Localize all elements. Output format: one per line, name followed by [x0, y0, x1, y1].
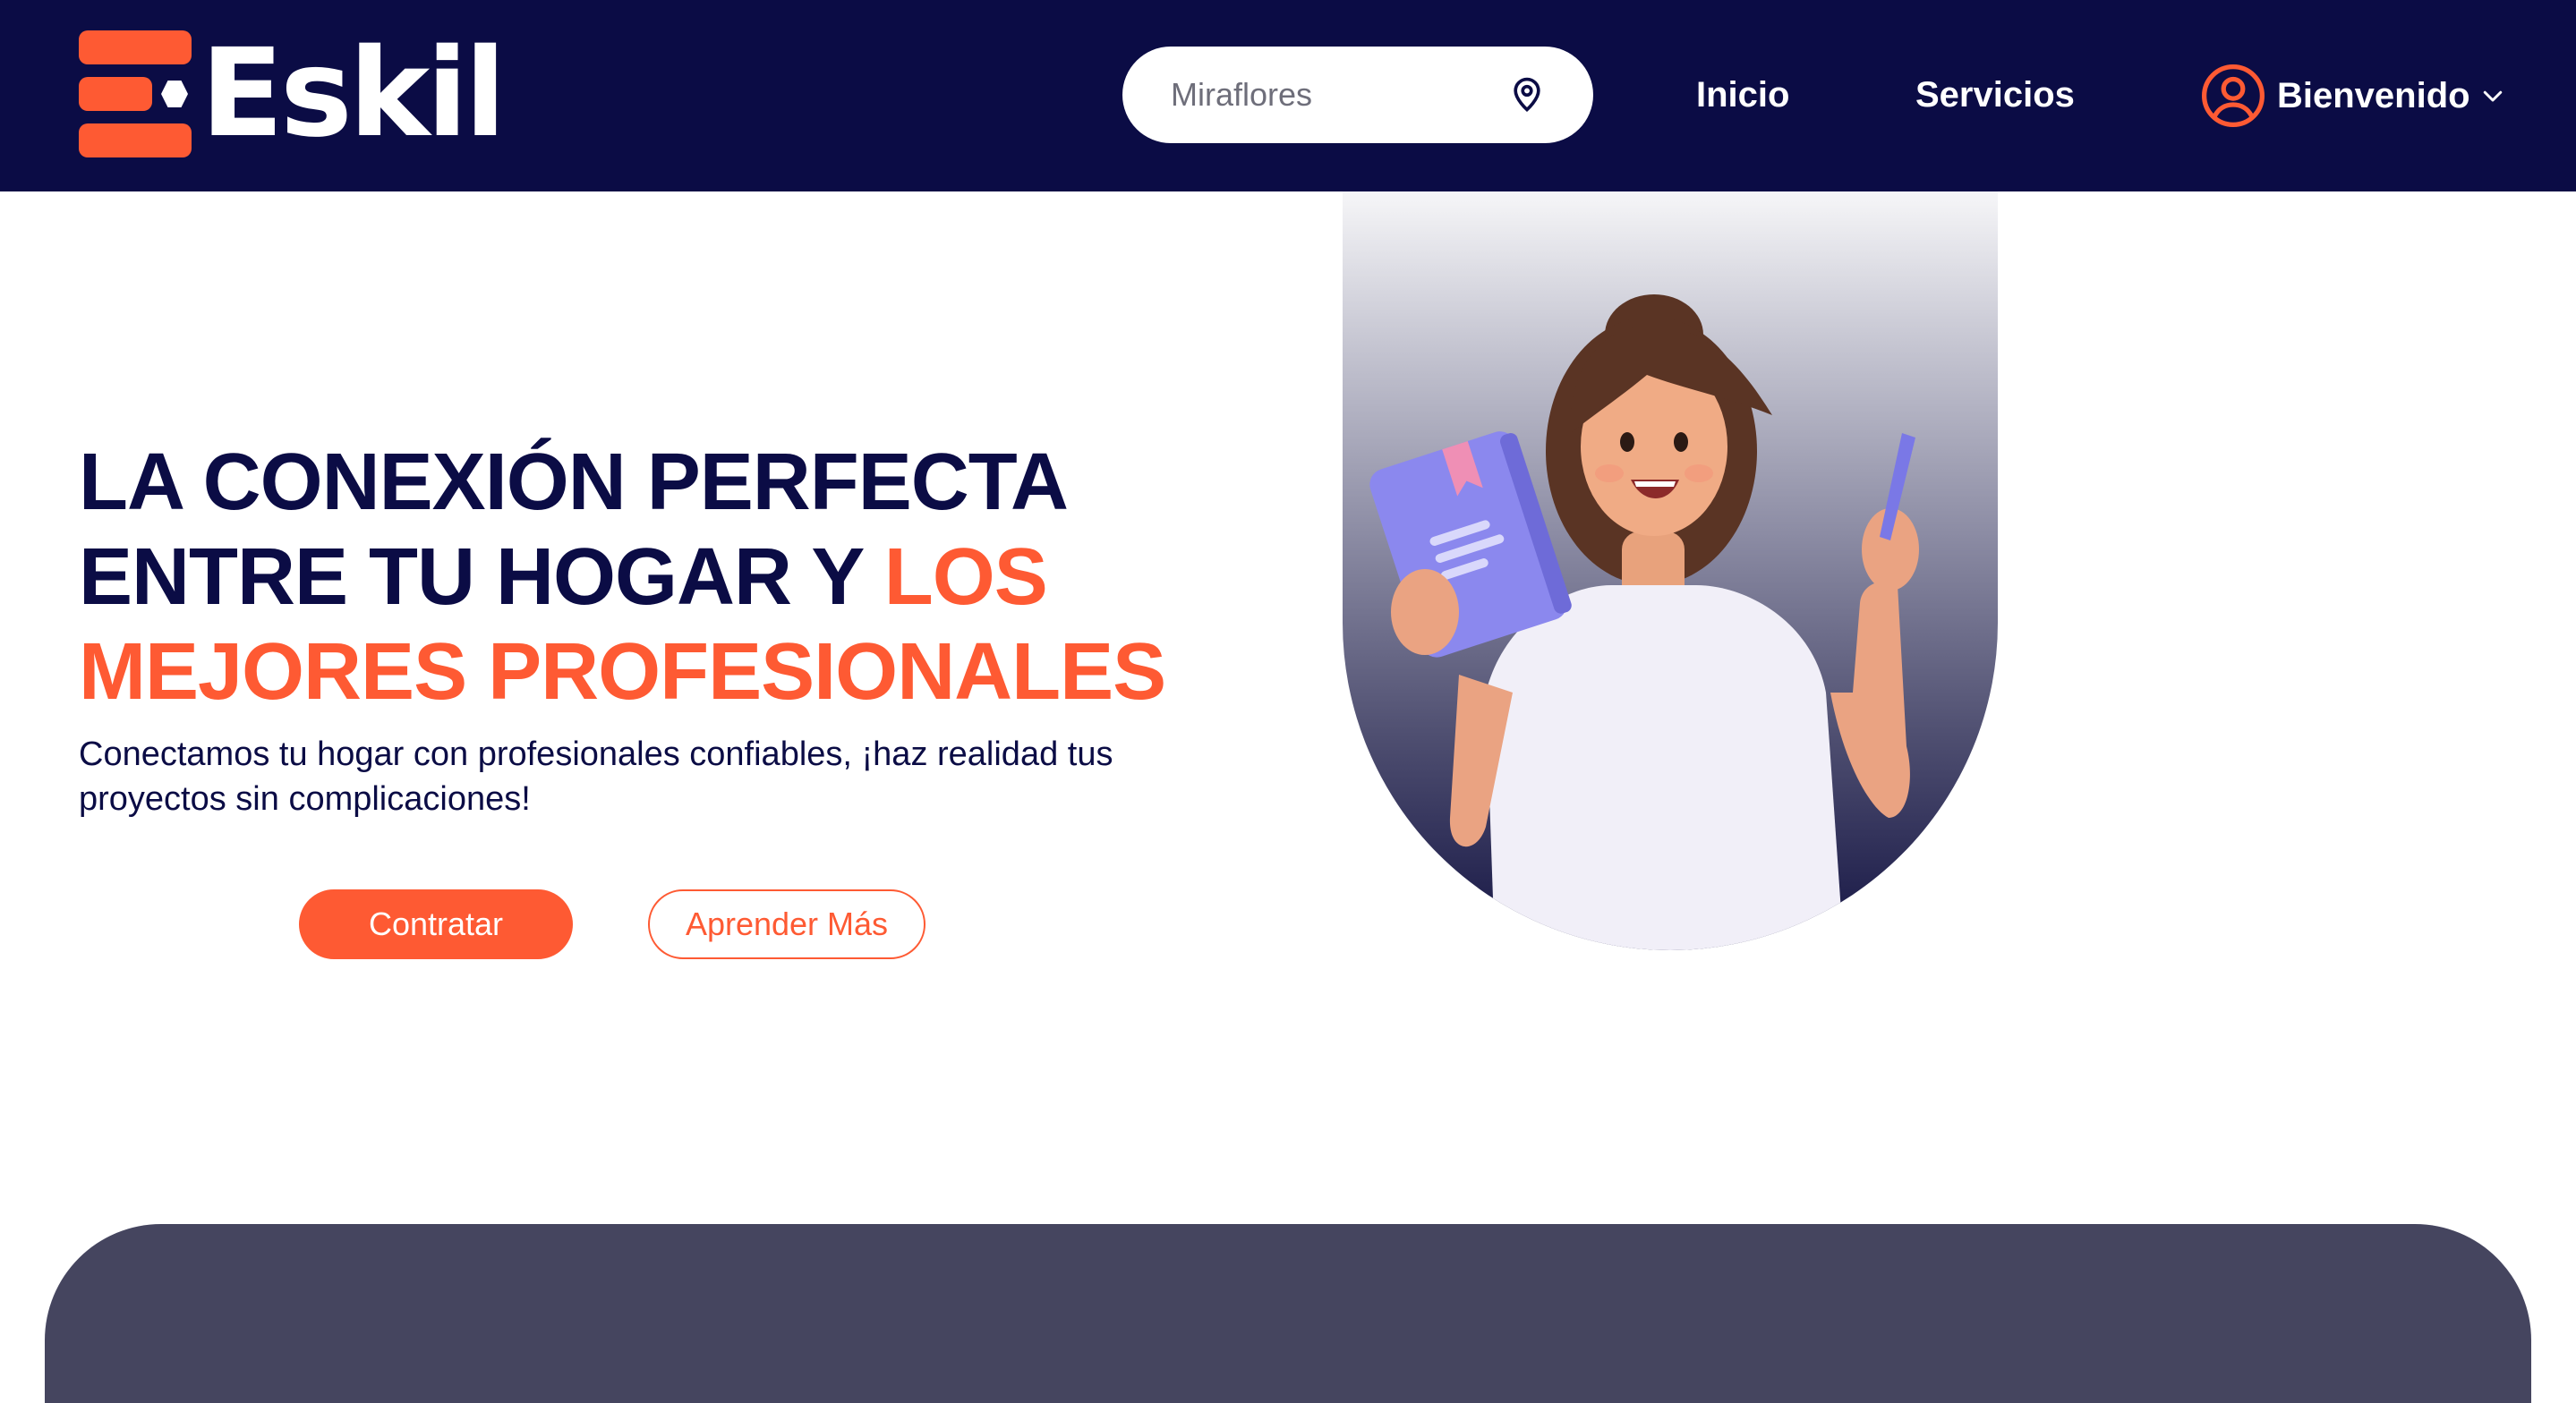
eskil-logo[interactable]: Eskil: [79, 23, 507, 165]
aprender-mas-button[interactable]: Aprender Más: [648, 889, 925, 959]
top-navbar: Eskil Inicio Servicios Bienvenido: [0, 0, 2576, 191]
user-menu-label: Bienvenido: [2277, 75, 2470, 115]
nav-link-servicios[interactable]: Servicios: [1915, 70, 2075, 120]
woman-with-book-illustration: [1369, 294, 1919, 950]
location-pin-icon[interactable]: [1507, 75, 1547, 115]
hero-title-accent-2: MEJORES PROFESIONALES: [79, 627, 1166, 717]
logo-mark-icon: [79, 27, 192, 161]
contratar-button[interactable]: Contratar: [299, 889, 573, 959]
hero-title: LA CONEXIÓN PERFECTA ENTRE TU HOGAR Y LO…: [79, 435, 1242, 719]
next-section-band: [45, 1224, 2531, 1403]
location-search-input[interactable]: [1171, 47, 1511, 143]
hero-illustration: [1343, 191, 1998, 950]
chevron-down-icon: [2483, 90, 2502, 102]
nav-link-inicio[interactable]: Inicio: [1696, 70, 1789, 120]
user-menu[interactable]: Bienvenido: [2200, 63, 2506, 129]
user-circle-icon: [2202, 64, 2265, 127]
hero-title-accent-1: LOS: [883, 532, 1048, 622]
hero-title-line-2: ENTRE TU HOGAR Y: [79, 532, 884, 622]
hero-subtitle: Conectamos tu hogar con profesionales co…: [79, 736, 1113, 818]
logo-wordmark: Eskil: [200, 23, 507, 165]
hero-title-line-1: LA CONEXIÓN PERFECTA: [79, 438, 1069, 527]
location-search[interactable]: [1122, 47, 1593, 143]
